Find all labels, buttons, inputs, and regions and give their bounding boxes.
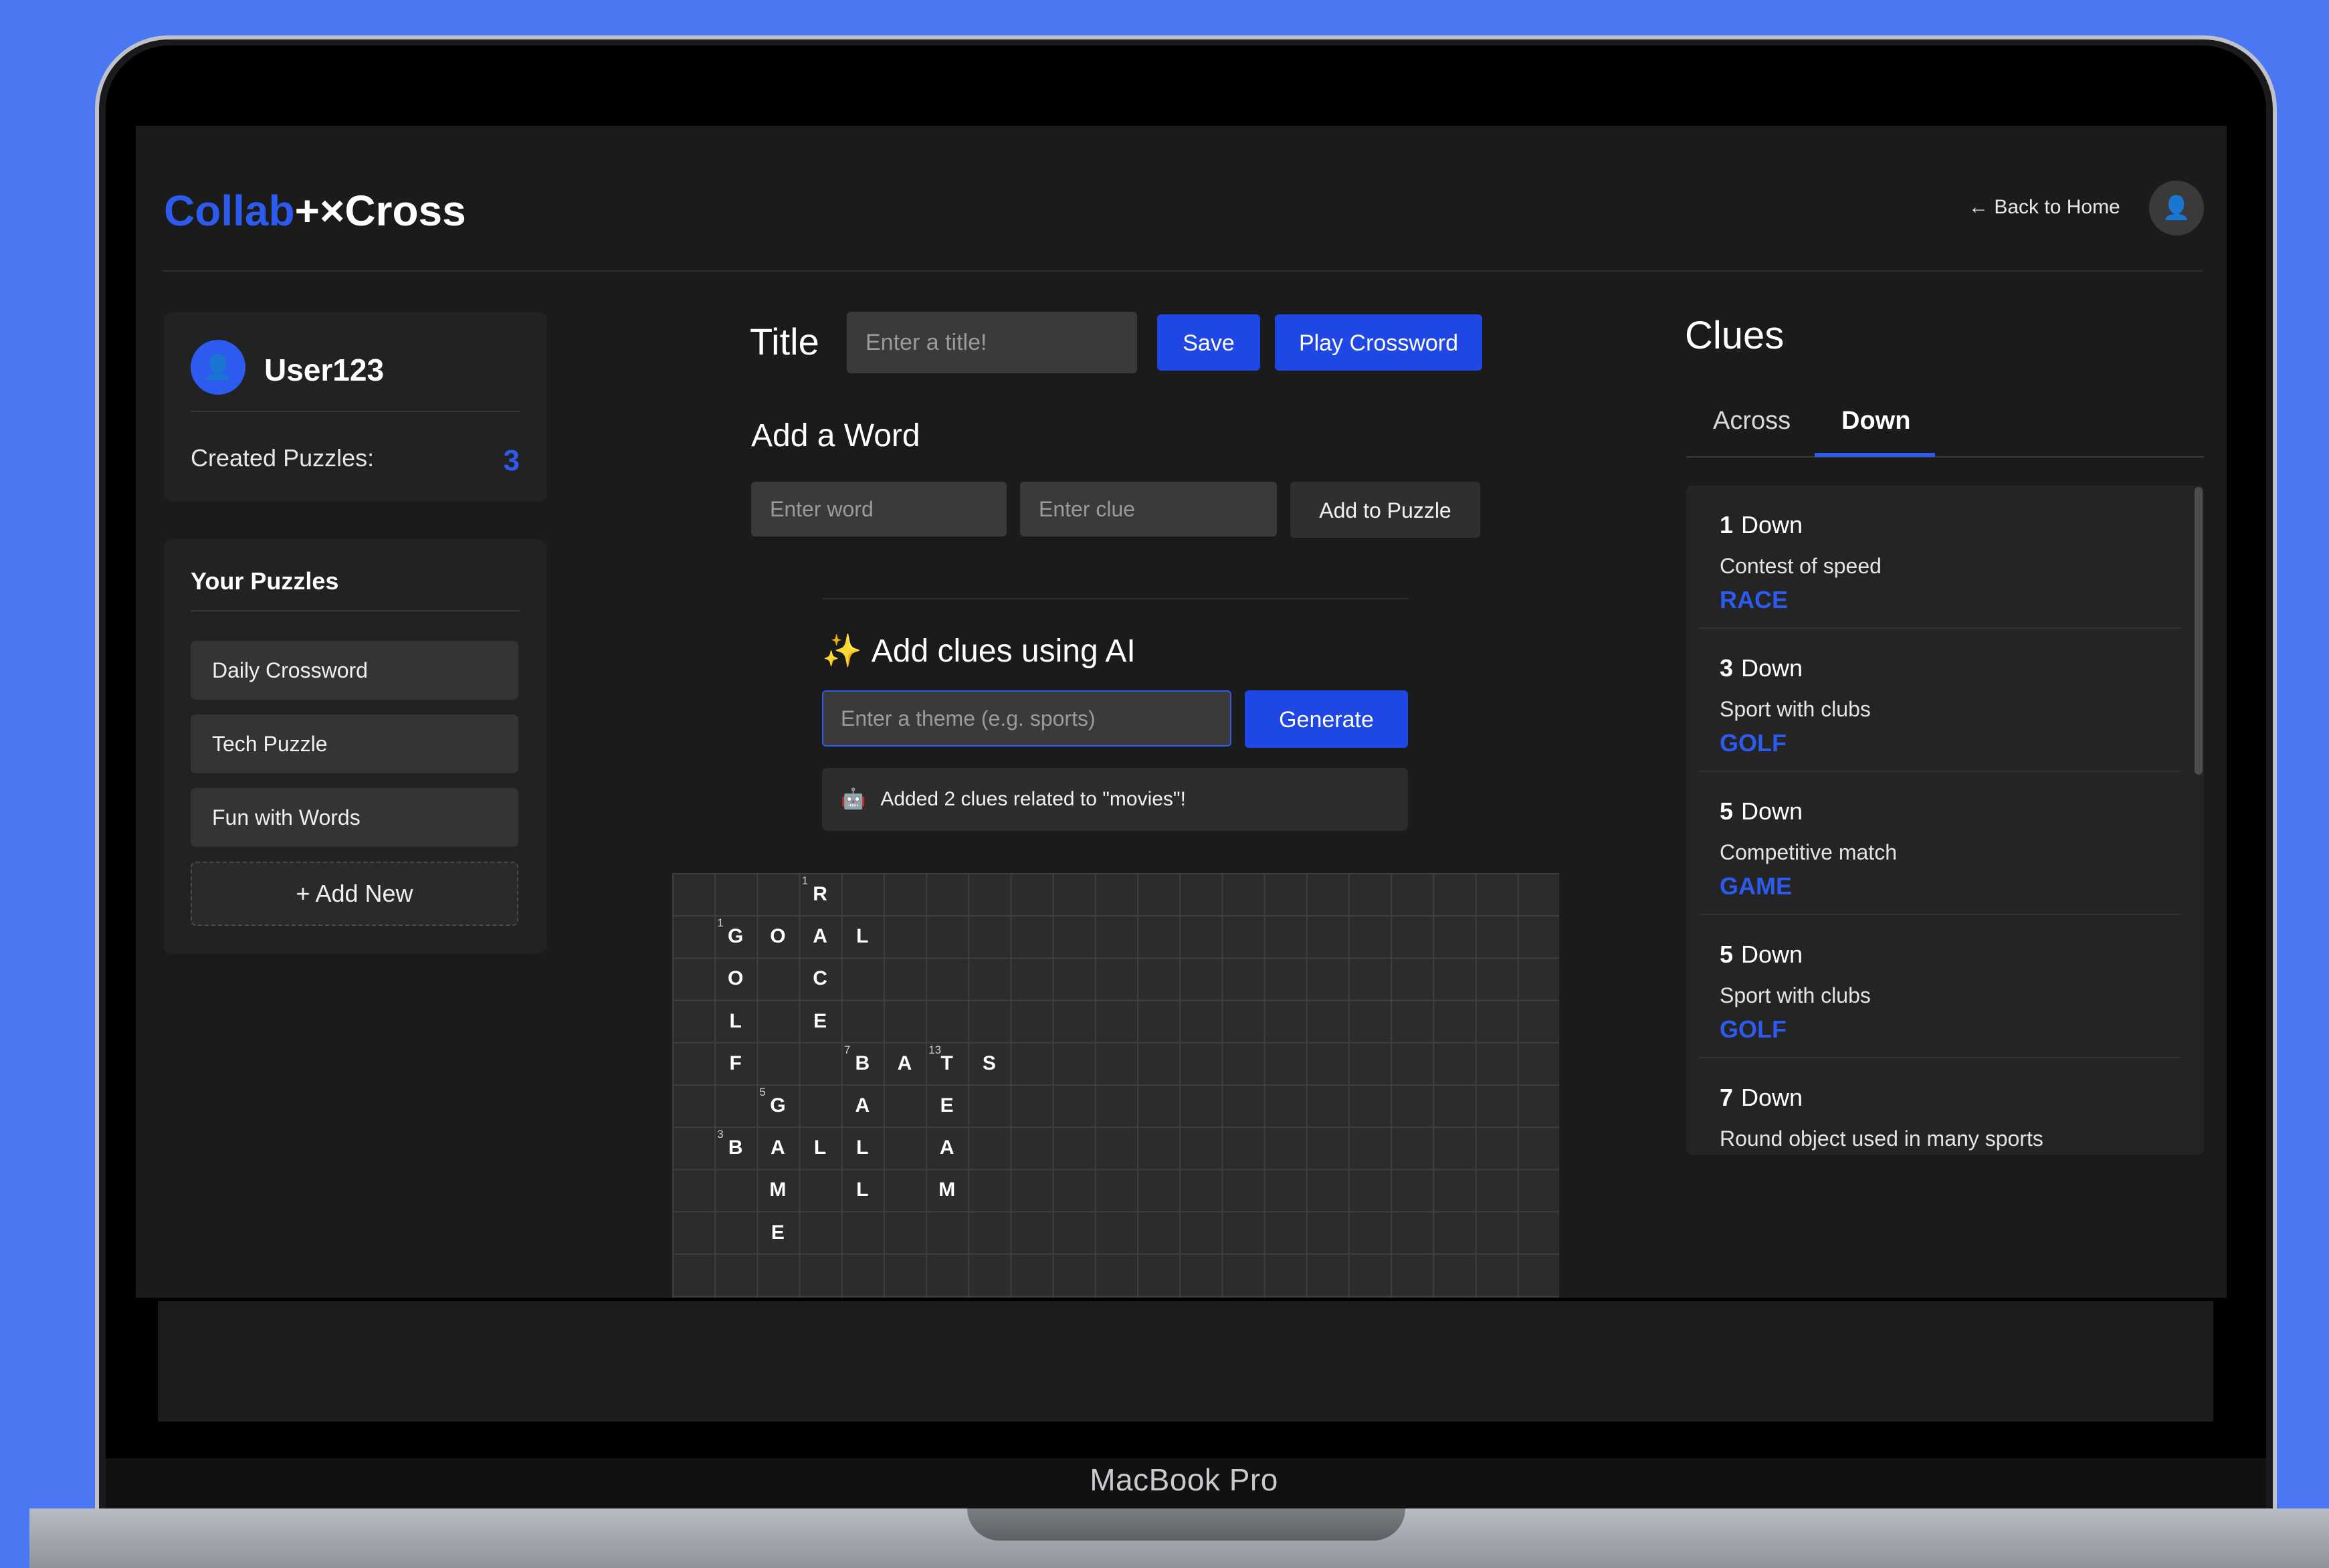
clue-list[interactable]: 1 Down Contest of speed RACE 3 Down Sport … — [1686, 486, 2204, 1155]
tabs-divider — [1686, 456, 2204, 458]
username: User123 — [264, 353, 385, 387]
add-to-puzzle-button[interactable]: Add to Puzzle — [1290, 482, 1480, 538]
active-tab-underline — [1815, 453, 1935, 457]
clue-number: 1 Down — [1720, 511, 1803, 538]
add-new-puzzle-button[interactable]: + Add New — [191, 862, 518, 926]
clue-input[interactable] — [1020, 482, 1277, 536]
clue-number: 7 Down — [1720, 1084, 1803, 1111]
your-puzzles-card: Your Puzzles Daily Crossword Tech Puzzle… — [164, 539, 546, 954]
clues-heading: Clues — [1685, 314, 1785, 357]
user-icon: 👤 — [2162, 195, 2191, 221]
grid-cell-letter[interactable]: L — [799, 1126, 841, 1169]
grid-cell-letter[interactable]: F — [714, 1042, 756, 1084]
clue-item[interactable]: 1 Down Contest of speed RACE — [1700, 486, 2181, 629]
grid-cell-number: 7 — [843, 1043, 851, 1056]
app-logo[interactable]: Collab+×Cross — [164, 186, 466, 235]
clue-list-scrollbar[interactable] — [2195, 487, 2203, 775]
grid-cell-letter[interactable]: M — [756, 1169, 799, 1211]
tab-down[interactable]: Down — [1841, 407, 1910, 435]
back-to-home-link[interactable]: ← Back to Home — [1968, 196, 2120, 219]
theme-input[interactable] — [822, 690, 1231, 747]
ai-status-text: Added 2 clues related to "movies"! — [880, 788, 1186, 810]
ai-clues-heading-text: Add clues using AI — [871, 633, 1136, 669]
grid-cell-letter[interactable]: A — [884, 1042, 926, 1084]
save-button[interactable]: Save — [1157, 314, 1260, 371]
word-input[interactable] — [751, 482, 1007, 536]
clue-number: 5 Down — [1720, 941, 1803, 968]
play-crossword-button[interactable]: Play Crossword — [1275, 314, 1482, 371]
card-divider — [191, 411, 520, 412]
grid-cell-letter[interactable]: L — [841, 1169, 884, 1211]
grid-cell-letter[interactable]: A — [841, 1084, 884, 1126]
app-screen: Collab+×Cross ← Back to Home 👤 👤 User123… — [136, 126, 2227, 1298]
grid-cell-letter[interactable]: L — [714, 1000, 756, 1042]
ai-clues-heading: ✨ Add clues using AI — [822, 631, 1136, 670]
section-divider — [822, 598, 1408, 599]
clue-text: Sport with clubs — [1720, 697, 1871, 721]
clue-number: 3 Down — [1720, 654, 1803, 682]
grid-cell-letter[interactable]: A — [926, 1126, 968, 1169]
grid-cell-letter[interactable]: A — [799, 915, 841, 957]
clue-answer: GAME — [1720, 872, 1792, 900]
grid-cell-letter[interactable]: E — [799, 1000, 841, 1042]
grid-cell-letter[interactable]: L — [841, 1126, 884, 1169]
user-card: 👤 User123 Created Puzzles: 3 — [164, 312, 546, 502]
add-word-heading: Add a Word — [751, 418, 920, 454]
title-label: Title — [750, 320, 819, 363]
user-avatar: 👤 — [191, 340, 245, 395]
grid-cell-number: 3 — [717, 1128, 724, 1141]
clue-text: Contest of speed — [1720, 554, 1882, 578]
card-divider — [191, 610, 520, 611]
grid-cell-letter[interactable]: S — [968, 1042, 1010, 1084]
created-puzzles-count: 3 — [503, 444, 520, 477]
clue-number: 5 Down — [1720, 797, 1803, 825]
grid-cell-letter[interactable]: M — [926, 1169, 968, 1211]
grid-cell-letter[interactable]: O — [714, 957, 756, 999]
generate-button[interactable]: Generate — [1245, 690, 1408, 748]
profile-avatar-button[interactable]: 👤 — [2149, 181, 2204, 235]
grid-cell-letter[interactable]: E — [926, 1084, 968, 1126]
grid-cell-number: 1 — [801, 874, 809, 887]
clue-text: Competitive match — [1720, 840, 1897, 864]
logo-collab: Collab — [164, 187, 295, 235]
clue-item[interactable]: 3 Down Sport with clubs GOLF — [1700, 629, 2181, 772]
crossword-grid[interactable]: R G O A L O C L E F B A T S G A E B A L L A M L M E 1 1 7 13 5 3 — [672, 873, 1559, 1298]
sparkles-icon: ✨ — [822, 633, 862, 669]
grid-cell-letter[interactable]: C — [799, 957, 841, 999]
device-brand-label: MacBook Pro — [1090, 1462, 1278, 1497]
your-puzzles-heading: Your Puzzles — [191, 567, 339, 595]
clue-item[interactable]: 5 Down Competitive match GAME — [1700, 772, 2181, 915]
clue-item[interactable]: 5 Down Sport with clubs GOLF — [1700, 915, 2181, 1058]
grid-cell-letter[interactable]: O — [756, 915, 799, 957]
clue-answer: GOLF — [1720, 1015, 1787, 1043]
puzzle-item-tech-puzzle[interactable]: Tech Puzzle — [191, 714, 518, 773]
clue-answer: RACE — [1720, 586, 1789, 613]
clue-text: Sport with clubs — [1720, 983, 1871, 1007]
grid-cell-number: 5 — [759, 1086, 766, 1098]
laptop-notch — [967, 1508, 1405, 1541]
title-input[interactable] — [847, 312, 1137, 373]
puzzle-item-fun-with-words[interactable]: Fun with Words — [191, 788, 518, 847]
tab-across[interactable]: Across — [1713, 407, 1791, 435]
puzzle-item-daily-crossword[interactable]: Daily Crossword — [191, 641, 518, 700]
ai-status-message: 🤖 Added 2 clues related to "movies"! — [822, 768, 1408, 831]
grid-cell-number: 1 — [717, 916, 724, 930]
grid-cell-letter[interactable]: E — [756, 1211, 799, 1254]
clue-answer: GOLF — [1720, 729, 1787, 757]
clue-item[interactable]: 7 Down Round object used in many sports — [1700, 1058, 2181, 1155]
user-icon: 👤 — [203, 353, 233, 381]
logo-cross: +×Cross — [294, 187, 466, 235]
grid-cell-letter[interactable]: L — [841, 915, 884, 957]
created-puzzles-label: Created Puzzles: — [191, 444, 375, 472]
clue-text: Round object used in many sports — [1720, 1126, 2043, 1151]
grid-cell-letter[interactable]: A — [756, 1126, 799, 1169]
header-divider — [163, 270, 2203, 272]
grid-cell-number: 13 — [928, 1043, 942, 1056]
screen-lower-area — [158, 1301, 2213, 1422]
robot-icon: 🤖 — [841, 788, 866, 810]
